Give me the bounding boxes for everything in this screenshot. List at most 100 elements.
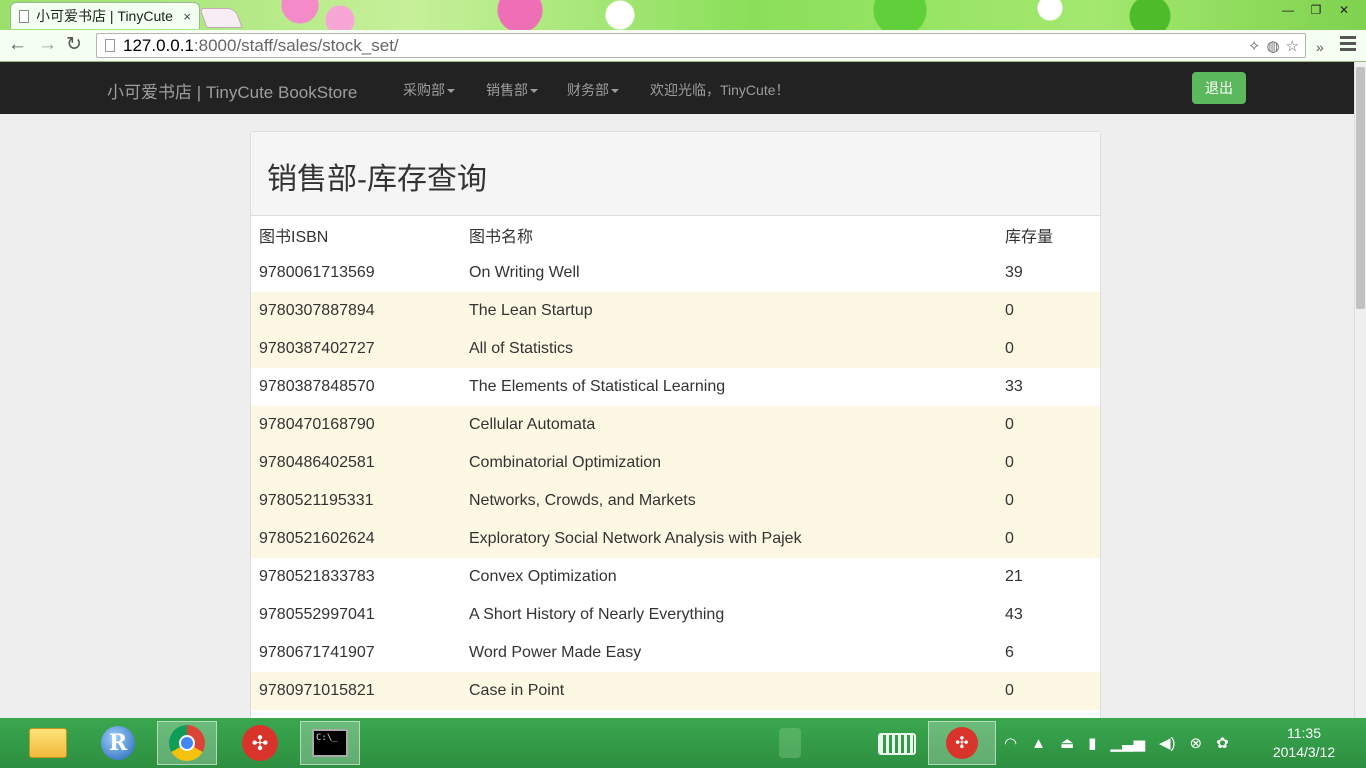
nav-label: 采购部 xyxy=(403,82,445,98)
nav-purchasing-dropdown[interactable]: 采购部 xyxy=(403,80,455,100)
volume-icon[interactable]: ◀) xyxy=(1159,734,1176,752)
table-row: 9780521602624 Exploratory Social Network … xyxy=(251,520,1100,558)
taskbar-r[interactable]: R xyxy=(88,721,148,765)
clock-time: 11:35 xyxy=(1287,725,1321,741)
cell-name: Cellular Automata xyxy=(461,406,997,444)
window-titlebar: 小可爱书店 | TinyCute BookStore × — ❐ ✕ xyxy=(0,0,1366,30)
taskbar-usb[interactable] xyxy=(760,721,820,765)
address-bar[interactable]: 127.0.0.1:8000/staff/sales/stock_set/ ✧ … xyxy=(96,33,1306,58)
nav-label: 财务部 xyxy=(567,82,609,98)
cell-stock: 0 xyxy=(997,520,1100,558)
table-row: 9780486402581 Combinatorial Optimization 0 xyxy=(251,444,1100,482)
cell-stock: 0 xyxy=(997,292,1100,330)
taskbar-chrome[interactable] xyxy=(157,721,217,765)
system-tray: ◠ ▲ ⏏ ▮ ▁▃▅ ◀) ⊗ ✿ xyxy=(1004,718,1229,768)
keyboard-icon[interactable] xyxy=(878,733,916,755)
cell-name: All of Statistics xyxy=(461,330,997,368)
cell-stock: 39 xyxy=(1005,264,1023,281)
page-title: 销售部-库存查询 xyxy=(267,162,487,196)
cell-name: Combinatorial Optimization xyxy=(461,444,997,482)
stock-panel: 销售部-库存查询 图书ISBN 图书名称 库存量 9780061713569 On… xyxy=(250,131,1101,731)
usb-eject-icon[interactable]: ⏏ xyxy=(1060,734,1074,752)
caret-down-icon xyxy=(447,89,455,94)
cell-stock: 0 xyxy=(997,482,1100,520)
clock[interactable]: 11:35 2014/3/12 xyxy=(1262,724,1346,762)
table-row: 9780387402727 All of Statistics 0 xyxy=(251,330,1100,368)
cell-stock: 0 xyxy=(997,406,1100,444)
table-header-row: 图书ISBN 图书名称 库存量 xyxy=(251,216,1100,254)
taskbar-alert-app[interactable]: ✣ xyxy=(928,721,996,765)
menu-icon[interactable] xyxy=(1340,36,1356,54)
forward-button[interactable]: → xyxy=(38,34,57,56)
bookmark-star-icon[interactable]: ☆ xyxy=(1286,37,1299,55)
column-header-stock: 库存量 xyxy=(1005,229,1054,246)
url-path: :8000/staff/sales/stock_set/ xyxy=(193,35,399,55)
cell-isbn: 9780307887894 xyxy=(251,292,461,330)
nav-label: 销售部 xyxy=(486,82,528,98)
logout-button[interactable]: 退出 xyxy=(1192,72,1246,104)
table-row: 9780552997041 A Short History of Nearly E… xyxy=(251,596,1100,634)
cell-stock: 21 xyxy=(1005,568,1023,585)
extension-icon[interactable]: ✧ xyxy=(1248,37,1261,55)
page-icon xyxy=(105,39,115,52)
panel-heading: 销售部-库存查询 xyxy=(251,132,1100,216)
back-button[interactable]: ← xyxy=(8,34,27,56)
extension-globe-icon[interactable]: ◍ xyxy=(1266,37,1279,55)
cell-stock: 0 xyxy=(997,444,1100,482)
cell-stock: 43 xyxy=(1005,606,1023,623)
scrollbar-thumb[interactable] xyxy=(1356,67,1365,309)
cell-isbn: 9780521602624 xyxy=(251,520,461,558)
url-host: 127.0.0.1 xyxy=(123,35,194,55)
network-off-icon[interactable]: ⊗ xyxy=(1190,734,1203,752)
reload-button[interactable]: ↻ xyxy=(66,34,82,56)
battery-icon[interactable]: ▮ xyxy=(1088,734,1096,752)
nav-sales-dropdown[interactable]: 销售部 xyxy=(486,80,538,100)
taskbar-app-red[interactable]: ✣ xyxy=(230,721,290,765)
cell-name: Word Power Made Easy xyxy=(469,644,642,661)
taskbar-cmd[interactable]: C:\_ xyxy=(300,721,360,765)
column-header-name: 图书名称 xyxy=(469,229,534,246)
tab-close-icon[interactable]: × xyxy=(183,9,191,24)
cell-stock: 0 xyxy=(997,330,1100,368)
cell-isbn: 9780971015821 xyxy=(251,672,461,710)
cell-stock: 33 xyxy=(1005,378,1023,395)
cell-isbn: 9780470168790 xyxy=(251,406,461,444)
cell-isbn: 9780671741907 xyxy=(259,644,375,661)
app-red-icon: ✣ xyxy=(242,725,278,761)
column-header-isbn: 图书ISBN xyxy=(259,229,329,246)
cell-isbn: 9780552997041 xyxy=(259,606,375,623)
cell-stock: 0 xyxy=(997,672,1100,710)
paw-icon[interactable]: ✿ xyxy=(1216,734,1229,752)
taskbar-explorer[interactable] xyxy=(18,721,78,765)
tab-title: 小可爱书店 | TinyCute BookStore xyxy=(36,8,177,24)
site-navbar: 小可爱书店 | TinyCute BookStore 采购部 销售部 财务部 欢… xyxy=(0,62,1354,114)
table-row: 9780521195331 Networks, Crowds, and Marke… xyxy=(251,482,1100,520)
site-brand[interactable]: 小可爱书店 | TinyCute BookStore xyxy=(107,78,357,103)
nav-finance-dropdown[interactable]: 财务部 xyxy=(567,80,619,100)
folder-icon xyxy=(29,728,67,758)
signal-icon[interactable]: ▁▃▅ xyxy=(1110,734,1145,752)
usb-icon xyxy=(779,728,801,758)
cell-isbn: 9780521195331 xyxy=(251,482,461,520)
cell-isbn: 9780061713569 xyxy=(259,264,375,281)
cell-isbn: 9780387848570 xyxy=(259,378,375,395)
cell-isbn: 9780521833783 xyxy=(259,568,375,585)
page-scrollbar[interactable] xyxy=(1354,62,1366,718)
caret-down-icon xyxy=(530,89,538,94)
cell-name: A Short History of Nearly Everything xyxy=(469,606,725,623)
stock-table: 图书ISBN 图书名称 库存量 9780061713569 On Writing … xyxy=(251,216,1100,710)
chrome-icon xyxy=(169,725,205,761)
cell-name: Convex Optimization xyxy=(469,568,617,585)
show-hidden-icon[interactable]: ▲ xyxy=(1031,735,1046,752)
extensions-overflow-icon[interactable]: » xyxy=(1316,36,1324,58)
browser-tab[interactable]: 小可爱书店 | TinyCute BookStore × xyxy=(10,2,200,29)
table-row: 9780307887894 The Lean Startup 0 xyxy=(251,292,1100,330)
cell-stock: 6 xyxy=(1005,644,1014,661)
close-button[interactable]: ✕ xyxy=(1334,2,1354,18)
wifi-icon[interactable]: ◠ xyxy=(1004,734,1017,752)
restore-button[interactable]: ❐ xyxy=(1306,2,1326,18)
new-tab-button[interactable] xyxy=(199,8,243,28)
cell-name: Exploratory Social Network Analysis with… xyxy=(461,520,997,558)
table-row: 9780061713569 On Writing Well 39 xyxy=(251,254,1100,292)
minimize-button[interactable]: — xyxy=(1278,2,1298,18)
